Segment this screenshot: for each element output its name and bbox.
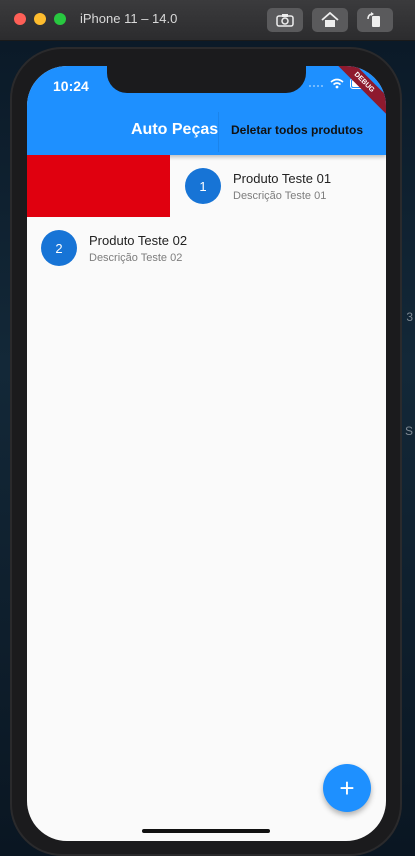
product-description: Descrição Teste 01 [233,190,327,202]
zoom-window-button[interactable] [54,13,66,25]
product-list: 1 Produto Teste 01 Descrição Teste 01 2 … [27,155,386,279]
product-name: Produto Teste 02 [89,233,188,248]
debug-banner: DEBUG [328,66,386,118]
background-glyph: S [404,424,413,438]
camera-icon [276,14,294,27]
device-notch [107,66,306,93]
home-button[interactable] [312,8,348,32]
delete-swipe-background[interactable] [27,155,170,217]
home-indicator[interactable] [142,829,270,833]
background-glyph: 3 [406,310,413,324]
minimize-window-button[interactable] [34,13,46,25]
screenshot-button[interactable] [267,8,303,32]
delete-all-products-button[interactable]: Deletar todos produtos [231,123,363,137]
plus-icon: + [339,772,355,803]
product-number-avatar: 2 [41,230,77,266]
rotate-icon [367,12,380,27]
product-number-avatar: 1 [185,168,221,204]
home-icon [321,12,339,27]
product-description: Descrição Teste 02 [89,252,183,264]
simulator-title: iPhone 11 – 14.0 [80,11,178,26]
app-bar: 10:24 DEBUG Auto Peças Deletar todos pro… [27,66,386,155]
wifi-icon [330,78,344,89]
add-product-button[interactable]: + [323,764,371,812]
rotate-button[interactable] [357,8,393,32]
product-name: Produto Teste 01 [233,171,332,186]
signal-icon [309,84,323,87]
action-divider [218,112,219,152]
status-time: 10:24 [53,78,89,94]
close-window-button[interactable] [14,13,26,25]
list-item[interactable]: 1 Produto Teste 01 Descrição Teste 01 [27,155,386,217]
list-item[interactable]: 2 Produto Teste 02 Descrição Teste 02 [27,217,386,279]
simulator-titlebar: iPhone 11 – 14.0 [0,0,415,41]
page-title: Auto Peças [131,121,219,138]
app-screen: 10:24 DEBUG Auto Peças Deletar todos pro… [27,66,386,841]
